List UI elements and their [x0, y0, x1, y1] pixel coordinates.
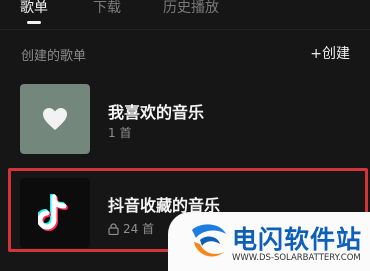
watermark-logo-icon — [192, 224, 226, 257]
playlist-cover — [20, 84, 90, 154]
playlist-count-text: 1 首 — [108, 126, 132, 140]
tab-divider — [0, 29, 370, 30]
active-tab-indicator — [27, 21, 41, 24]
watermark-name: 电闪软件站 — [232, 225, 363, 254]
lock-icon — [108, 222, 119, 235]
tab-playlists[interactable]: 歌单 — [20, 0, 48, 17]
watermark: 电闪软件站 WWW.DS-SOLARBATTERY.COM — [168, 212, 370, 271]
tiktok-logo-icon — [38, 194, 68, 231]
playlist-cover — [20, 178, 90, 248]
playlist-count: 1 首 — [108, 124, 131, 141]
create-playlist-button[interactable]: +创建 — [310, 43, 350, 63]
playlist-count-text: 24 首 — [123, 222, 155, 236]
heart-icon — [43, 108, 67, 130]
tab-downloads[interactable]: 下载 — [93, 0, 121, 17]
tab-bar: 歌单 下载 历史播放 — [0, 0, 370, 26]
tab-history[interactable]: 历史播放 — [163, 0, 219, 17]
playlist-item-liked[interactable]: 我喜欢的音乐 1 首 — [0, 84, 370, 154]
section-title: 创建的歌单 — [21, 49, 87, 64]
playlist-title: 我喜欢的音乐 — [108, 103, 205, 122]
playlist-count: 24 首 — [108, 220, 154, 237]
watermark-url: WWW.DS-SOLARBATTERY.COM — [232, 253, 361, 263]
